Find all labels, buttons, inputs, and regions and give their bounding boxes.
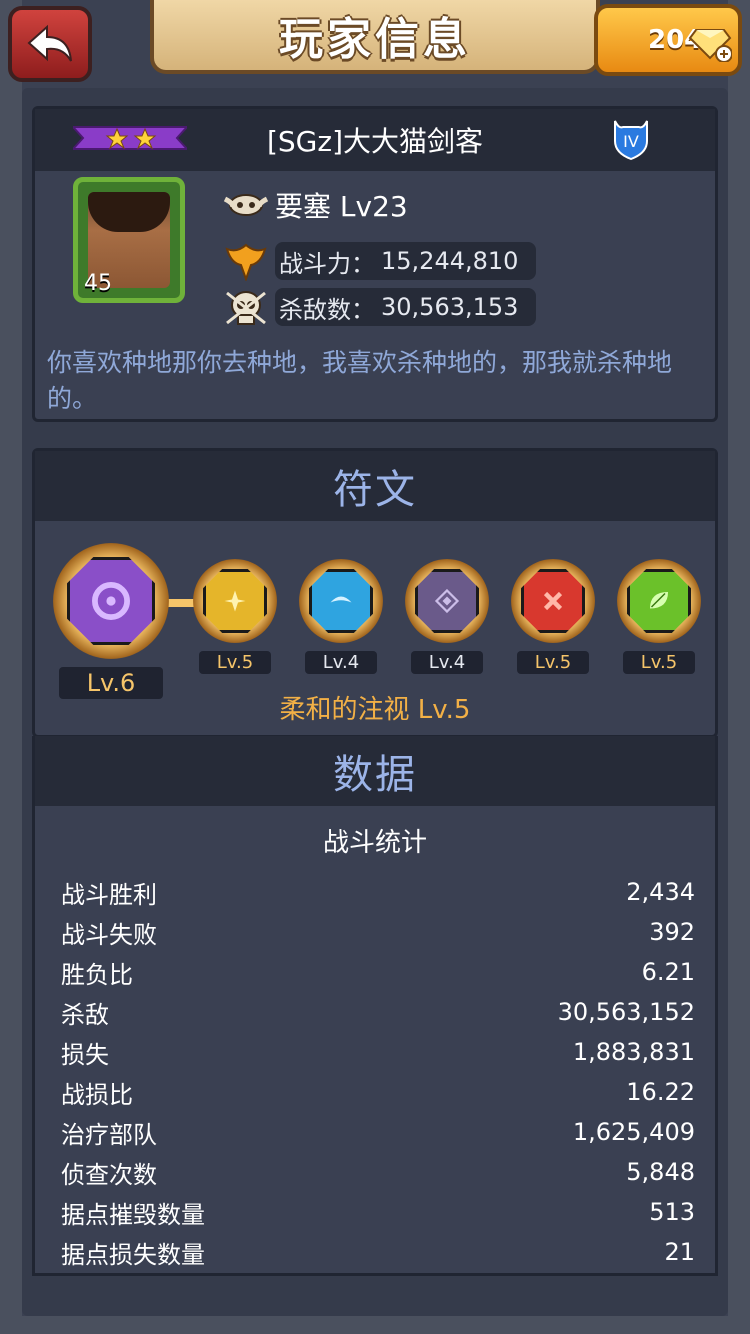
player-name: [SGz]大大猫剑客 — [266, 125, 484, 158]
stat-value: 5,848 — [626, 1158, 695, 1186]
stat-row: 治疗部队 1,625,409 — [61, 1112, 695, 1152]
diamond-icon — [415, 569, 479, 633]
rune-level: Lv.4 — [304, 651, 378, 674]
skull-icon — [226, 291, 266, 325]
rune-frame — [299, 559, 383, 643]
data-section: 数据 战斗统计 战斗胜利 2,434 战斗失败 392 胜负比 6.21 杀敌 30,5… — [32, 736, 718, 1276]
stat-row: 侦查次数 5,848 — [61, 1152, 695, 1192]
power-pill: 战斗力： 15,244,810 — [275, 242, 537, 280]
stat-label: 战损比 — [61, 1080, 133, 1109]
tier-label: IV — [623, 132, 639, 151]
rune-level: Lv.5 — [198, 651, 272, 674]
stat-row: 战损比 16.22 — [61, 1072, 695, 1112]
kills-value: 30,563,153 — [381, 293, 519, 321]
tier-badge-icon[interactable]: IV — [609, 117, 653, 161]
player-motto: 你喜欢种地那你去种地，我喜欢杀种地的，那我就杀种地的。 — [47, 348, 673, 413]
stat-row: 胜负比 6.21 — [61, 952, 695, 992]
leaf-icon — [627, 569, 691, 633]
stat-label: 治疗部队 — [61, 1120, 157, 1149]
rune-slot-3[interactable]: Lv.4 — [299, 559, 383, 674]
rune-frame — [405, 559, 489, 643]
rune-slot-4[interactable]: Lv.4 — [405, 559, 489, 674]
stat-row: 战斗胜利 2,434 — [61, 872, 695, 912]
stat-value: 6.21 — [641, 958, 695, 986]
stat-value: 513 — [649, 1198, 695, 1226]
stat-row: 战斗失败 392 — [61, 912, 695, 952]
stat-value: 16.22 — [626, 1078, 695, 1106]
page-title: 玩家信息 — [279, 14, 471, 65]
fortress-skull-icon — [223, 194, 269, 216]
data-title: 数据 — [333, 752, 417, 798]
rune-frame — [53, 543, 169, 659]
gem-icon — [688, 29, 732, 62]
stat-label: 据点损失数量 — [61, 1240, 205, 1269]
crescent-icon — [67, 557, 155, 645]
stat-row: 据点损失数量 21 — [61, 1232, 695, 1272]
stat-label: 侦查次数 — [61, 1160, 157, 1189]
avatar-level: 45 — [84, 271, 112, 296]
rune-frame — [511, 559, 595, 643]
cross-icon — [521, 569, 585, 633]
stat-value: 21 — [664, 1238, 695, 1266]
stat-value: 30,563,152 — [557, 998, 695, 1026]
battle-stats-subtitle: 战斗统计 — [322, 828, 427, 858]
power-row: 战斗力： 15,244,810 — [221, 241, 537, 281]
stat-value: 2,434 — [626, 878, 695, 906]
selected-rune-caption: 柔和的注视 Lv.5 — [279, 695, 471, 725]
gem-balance-button[interactable]: 204 — [594, 4, 742, 76]
stat-row: 杀敌 30,563,152 — [61, 992, 695, 1032]
title-banner: 玩家信息 — [150, 0, 600, 74]
back-arrow-icon — [27, 24, 72, 62]
stat-value: 1,883,831 — [572, 1038, 695, 1066]
rune-level: Lv.4 — [410, 651, 484, 674]
fortress-row: 要塞 Lv23 — [221, 185, 408, 225]
stat-label: 据点摧毁数量 — [61, 1200, 205, 1229]
runes-title: 符文 — [333, 467, 417, 513]
power-value: 15,244,810 — [381, 247, 519, 275]
player-avatar[interactable]: 45 — [73, 177, 185, 303]
kills-label: 杀敌数： — [279, 295, 375, 324]
kills-pill: 杀敌数： 30,563,153 — [275, 288, 537, 326]
back-button[interactable] — [8, 6, 92, 82]
rune-slot-5[interactable]: Lv.5 — [511, 559, 595, 674]
rune-frame — [193, 559, 277, 643]
rune-slot-2[interactable]: Lv.5 — [193, 559, 277, 674]
avatar-hair — [88, 192, 170, 232]
wave-icon — [309, 569, 373, 633]
runes-section: 符文 Lv.6 Lv.5 Lv.4 Lv.4 Lv.5 Lv.5 柔和的注视 L… — [32, 448, 718, 738]
battle-stats-list: 战斗胜利 2,434 战斗失败 392 胜负比 6.21 杀敌 30,563,152 损… — [61, 872, 695, 1272]
runes-header: 符文 — [35, 451, 715, 521]
rune-slot-1[interactable]: Lv.6 — [53, 543, 169, 699]
rune-level: Lv.5 — [516, 651, 590, 674]
rune-frame — [617, 559, 701, 643]
phoenix-icon — [225, 243, 267, 281]
rune-slot-6[interactable]: Lv.5 — [617, 559, 701, 674]
power-label: 战斗力： — [279, 249, 375, 278]
kills-row: 杀敌数： 30,563,153 — [221, 287, 537, 327]
stat-label: 战斗胜利 — [61, 880, 157, 909]
profile-card: [SGz]大大猫剑客 IV 45 要塞 Lv23 战斗力： 15,244,810 — [32, 106, 718, 422]
profile-header: [SGz]大大猫剑客 IV — [35, 109, 715, 171]
stat-label: 损失 — [61, 1040, 109, 1069]
rune-level: Lv.5 — [622, 651, 696, 674]
data-header: 数据 — [35, 736, 715, 806]
stat-label: 战斗失败 — [61, 920, 157, 949]
stat-row: 据点摧毁数量 513 — [61, 1192, 695, 1232]
stat-label: 杀敌 — [61, 1000, 109, 1029]
rank-stars-ribbon — [73, 126, 187, 150]
stat-row: 损失 1,883,831 — [61, 1032, 695, 1072]
stat-value: 392 — [649, 918, 695, 946]
fortress-level: 要塞 Lv23 — [275, 190, 408, 223]
stat-label: 胜负比 — [61, 960, 133, 989]
stat-value: 1,625,409 — [572, 1118, 695, 1146]
sparkle-icon — [203, 569, 267, 633]
